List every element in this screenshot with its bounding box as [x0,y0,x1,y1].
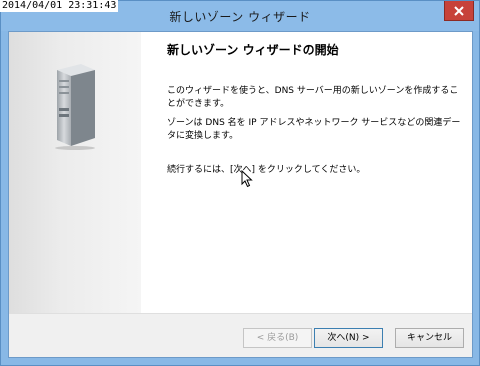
wizard-body: 新しいゾーン ウィザードの開始 このウィザードを使うと、DNS サーバー用の新し… [8,31,473,358]
side-panel [9,32,141,313]
cancel-button[interactable]: キャンセル [395,328,464,348]
description-paragraph-1: このウィザードを使うと、DNS サーバー用の新しいゾーンを作成することができます… [167,86,459,109]
page-heading: 新しいゾーン ウィザードの開始 [167,43,339,57]
mouse-cursor [241,170,253,188]
button-bar: < 戻る(B) 次へ(N) > キャンセル [9,314,472,357]
close-button[interactable] [444,1,474,21]
timestamp-overlay: 2014/04/01 23:31:43 [0,0,119,12]
instruction-text: 続行するには、[次へ] をクリックしてください。 [167,165,366,175]
server-icon [55,64,95,150]
description-paragraph-2: ゾーンは DNS 名を IP アドレスやネットワーク サービスなどの関連データに… [167,118,461,141]
back-button[interactable]: < 戻る(B) [243,328,312,348]
close-icon [454,5,464,16]
next-button[interactable]: 次へ(N) > [314,328,383,348]
wizard-window: 新しいゾーン ウィザード 新しいゾーン ウィザードの開始 このウィザードを使うと… [0,0,480,366]
